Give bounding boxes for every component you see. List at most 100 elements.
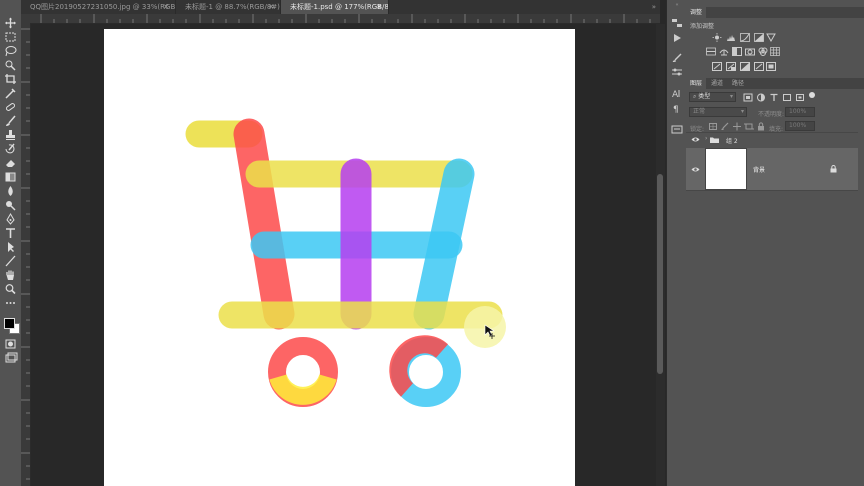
filter-type-icon[interactable] [769,93,779,102]
blend-mode-label: 正常 [693,108,706,115]
clone-stamp-tool-icon[interactable] [3,129,18,141]
screen-mode-icon[interactable] [3,352,18,364]
right-wheel-top-shape [389,335,449,397]
color-balance-icon[interactable] [719,47,729,56]
fill-input[interactable]: 100% [785,121,815,131]
type-tool-icon[interactable] [3,227,18,239]
tab-untitled-1[interactable]: 未标题-1 @ 88.7%(RGB/8#) * ✕ [176,0,281,14]
tab-untitled-1-psd[interactable]: 未标题-1.psd @ 177%(RGB/8#) ✕ [281,0,389,14]
lock-transparent-icon[interactable] [708,122,718,131]
crop-tool-icon[interactable] [3,73,18,85]
lasso-tool-icon[interactable] [3,45,18,57]
tab-label: QQ图片20190527231050.jpg @ 33%(RGB/8#) [30,3,176,11]
tab-channels[interactable]: 通道 [707,78,727,89]
exposure-icon[interactable] [754,33,764,42]
history-panel-icon[interactable] [671,18,683,28]
lock-icon [830,165,837,173]
layer-row-group-2[interactable]: › 组 2 [686,132,858,149]
tab-label: 未标题-1.psd @ 177%(RGB/8#) [290,3,389,11]
cart-right-side-shape [413,158,475,330]
brush-settings-icon[interactable] [671,53,683,63]
marquee-tool-icon[interactable] [3,31,18,43]
left-wheel-bottom-shape [269,373,337,405]
tool-presets-icon[interactable] [671,67,683,77]
right-panels: 调整 添加调整 图层 通道 路径 ⌕ 类型 ▾ 正常 ▾ 不透明度: 100% 锁定… [686,0,864,486]
more-tools-icon[interactable] [3,297,18,309]
eye-icon[interactable] [691,166,700,173]
tab-label: 未标题-1 @ 88.7%(RGB/8#) * [185,3,281,11]
healing-brush-tool-icon[interactable] [3,101,18,113]
levels-icon[interactable] [726,33,736,42]
zoom-tool-icon[interactable] [3,283,18,295]
chevron-down-icon: ▾ [729,93,733,100]
brush-tool-icon[interactable] [3,115,18,127]
black-white-icon[interactable] [732,47,742,56]
actions-play-icon[interactable] [671,33,683,43]
libraries-panel-icon[interactable] [671,124,683,134]
tab-paths[interactable]: 路径 [728,78,748,89]
collapse-arrows-icon[interactable]: « [667,2,687,8]
brightness-contrast-icon[interactable] [712,33,722,42]
filter-pixel-icon[interactable] [743,93,753,102]
curves-icon[interactable] [740,33,750,42]
svg-text:¶: ¶ [673,105,679,113]
chevron-right-icon[interactable]: › [705,135,707,142]
gradient-map-icon[interactable] [754,62,764,71]
svg-text:A: A [672,90,679,98]
layer-row-background[interactable]: 背景 [686,148,858,190]
tab-qq-image[interactable]: QQ图片20190527231050.jpg @ 33%(RGB/8#) ✕ [21,0,176,14]
eye-icon[interactable] [691,136,700,143]
lock-artboard-icon[interactable] [744,122,754,131]
vertical-scrollbar[interactable] [656,24,665,486]
vibrance-icon[interactable] [766,33,776,43]
move-tool-icon[interactable] [3,17,18,29]
filter-adjustment-icon[interactable] [756,93,766,102]
lock-position-icon[interactable] [732,122,742,131]
close-icon[interactable]: ✕ [268,0,274,14]
path-selection-tool-icon[interactable] [3,241,18,253]
hand-tool-icon[interactable] [3,269,18,281]
hue-saturation-icon[interactable] [706,47,716,56]
line-tool-icon[interactable] [3,255,18,267]
gradient-tool-icon[interactable] [3,171,18,183]
selective-color-icon[interactable] [766,62,776,71]
character-panel-icon[interactable]: A [671,88,683,100]
layers-tab-bar: 图层 通道 路径 [686,78,864,89]
tab-overflow-icon[interactable]: » [652,3,656,11]
quick-select-tool-icon[interactable] [3,59,18,71]
threshold-icon[interactable] [740,62,750,71]
filter-shape-icon[interactable] [782,93,792,102]
adjustments-heading: 添加调整 [690,23,715,30]
history-brush-tool-icon[interactable] [3,143,18,155]
horizontal-ruler [21,14,660,24]
invert-icon[interactable] [712,62,722,71]
close-icon[interactable]: ✕ [163,0,169,14]
photo-filter-icon[interactable] [745,47,755,56]
shopping-cart-artwork[interactable] [104,29,575,486]
layer-thumbnail [705,148,747,190]
channel-mixer-icon[interactable] [758,47,768,56]
close-icon[interactable]: ✕ [376,0,382,14]
tab-layers[interactable]: 图层 [686,78,707,89]
opacity-label: 不透明度: [758,111,785,118]
tab-adjustments[interactable]: 调整 [686,7,707,18]
scrollbar-thumb[interactable] [657,174,663,374]
paragraph-panel-icon[interactable]: ¶ [671,103,683,115]
dodge-tool-icon[interactable] [3,199,18,211]
posterize-icon[interactable] [726,62,736,71]
layer-filter-select[interactable]: ⌕ 类型 ▾ [689,92,736,102]
color-lookup-icon[interactable] [770,47,780,56]
blur-tool-icon[interactable] [3,185,18,197]
quick-mask-icon[interactable] [3,338,18,350]
pen-tool-icon[interactable] [3,213,18,225]
eraser-tool-icon[interactable] [3,157,18,169]
eyedropper-tool-icon[interactable] [3,87,18,99]
opacity-input[interactable]: 100% [785,107,815,117]
lock-pixels-icon[interactable] [720,122,730,131]
filter-toggle-icon[interactable] [809,92,815,98]
blend-mode-select[interactable]: 正常 ▾ [689,107,747,117]
lock-all-icon[interactable] [756,122,766,131]
panel-icon-strip: « A ¶ [666,0,687,486]
document-canvas[interactable] [104,29,575,486]
filter-smart-object-icon[interactable] [795,93,805,102]
